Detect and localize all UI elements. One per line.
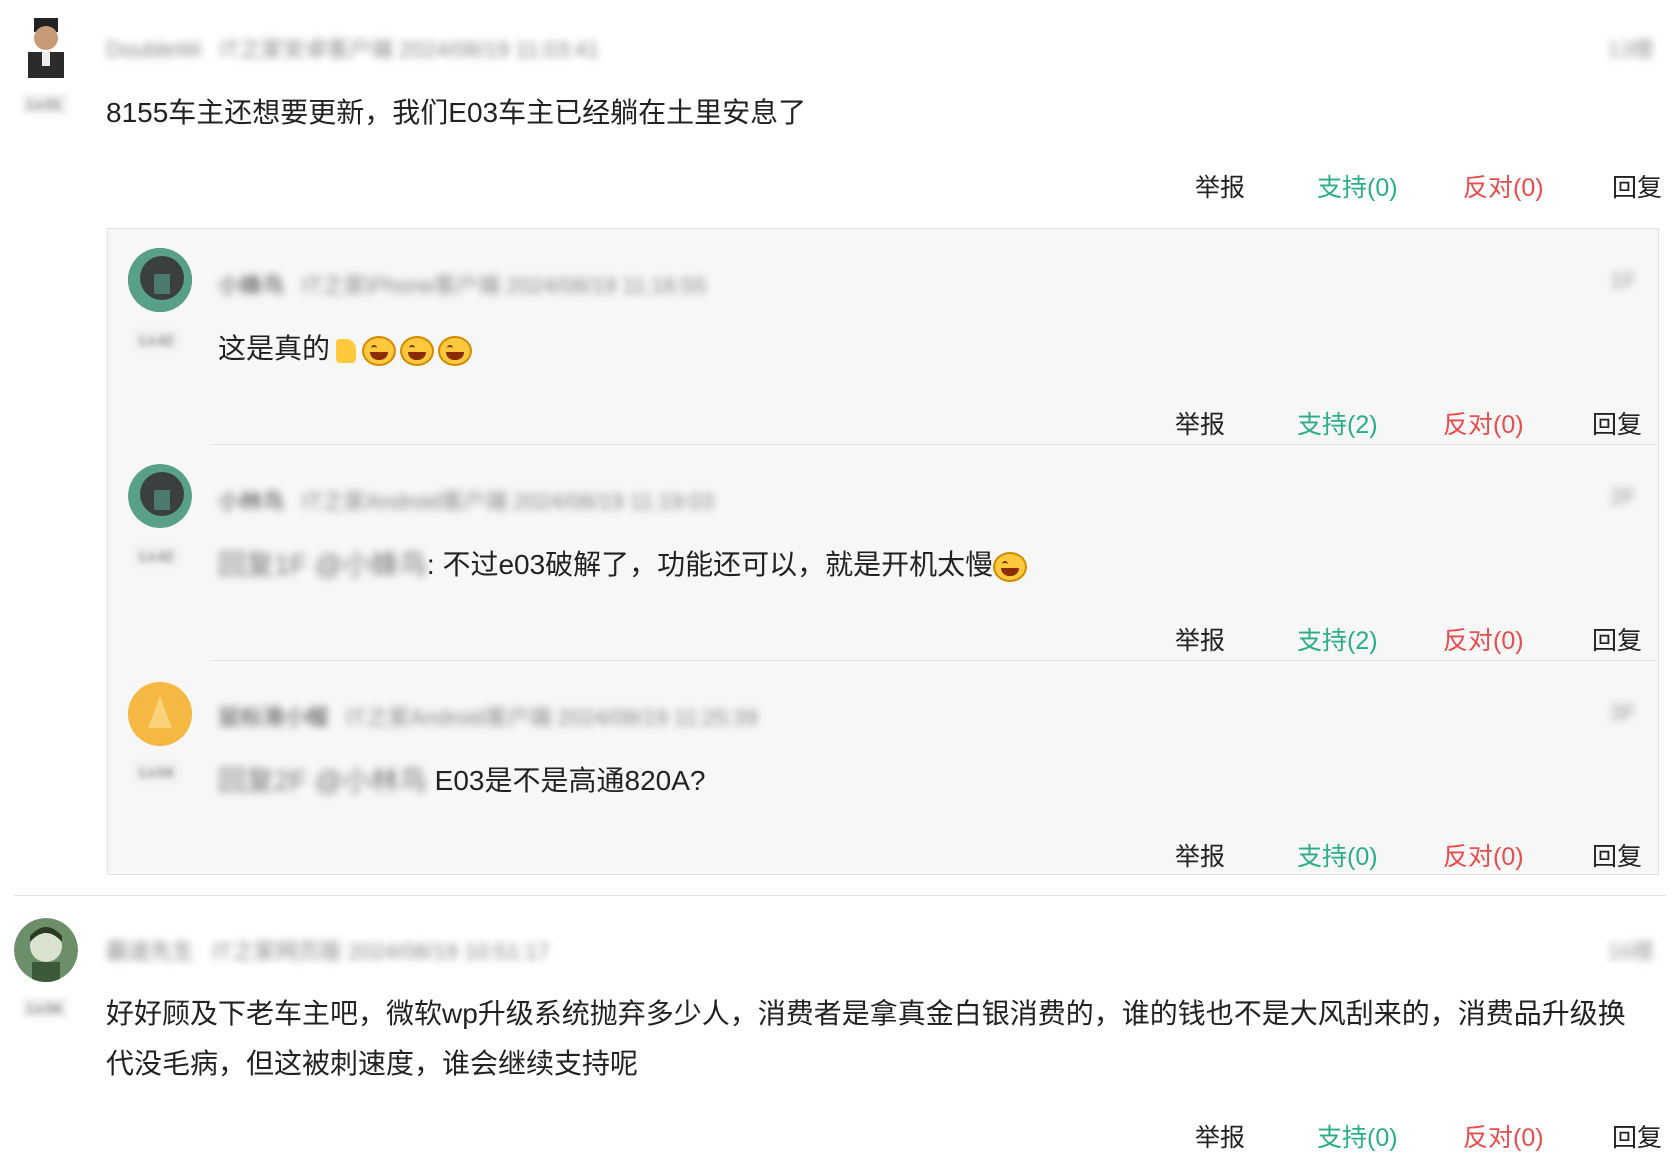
reply-button[interactable]: 回复 [1612, 1118, 1662, 1154]
oppose-button[interactable]: 反对(0) [1443, 621, 1524, 657]
post-meta: IT之家Android客户端 2024/08/19 11:25:39 [346, 705, 758, 730]
oppose-button[interactable]: 反对(0) [1443, 405, 1524, 441]
floor-number: 2F [1610, 484, 1636, 509]
oppose-button[interactable]: 反对(0) [1463, 168, 1544, 204]
laugh-cry-emoji-icon [993, 551, 1028, 582]
laugh-cry-emoji-icon [400, 335, 435, 366]
report-button[interactable]: 举报 [1175, 405, 1225, 441]
reply-content: 回复1F @小蜂鸟: 不过e03破解了，功能还可以，就是开机太慢 [218, 540, 1031, 590]
user-level: Lv.42 [134, 330, 180, 350]
support-button[interactable]: 支持(2) [1297, 405, 1378, 441]
user-level: Lv.42 [134, 546, 180, 566]
report-button[interactable]: 举报 [1195, 168, 1245, 204]
report-button[interactable]: 举报 [1175, 621, 1225, 657]
floor-number: 13楼 [1607, 37, 1654, 62]
support-button[interactable]: 支持(0) [1317, 1118, 1398, 1154]
user-avatar[interactable] [128, 682, 192, 746]
username[interactable]: DoubleWi [106, 37, 201, 62]
reply-text: : 不过e03破解了，功能还可以，就是开机太慢 [426, 549, 994, 580]
support-button[interactable]: 支持(2) [1297, 621, 1378, 657]
reply-button[interactable]: 回复 [1612, 168, 1662, 204]
comment-text-line: 代没毛病，但这被刺速度，谁会继续支持呢 [106, 1048, 639, 1079]
floor-number: 1F [1610, 268, 1636, 293]
reply-actions: 举报 支持(0) 反对(0) 回复 [1175, 837, 1645, 873]
comment-text: 8155车主还想要更新，我们E03车主已经躺在土里安息了 [106, 97, 807, 128]
laugh-cry-emoji-icon [362, 335, 397, 366]
laugh-cry-emoji-icon [438, 335, 473, 366]
report-button[interactable]: 举报 [1195, 1118, 1245, 1154]
reply-divider [210, 444, 1657, 445]
username[interactable]: 鼠标滑小帽 [218, 705, 328, 730]
reply-button[interactable]: 回复 [1592, 837, 1642, 873]
support-button[interactable]: 支持(0) [1317, 168, 1398, 204]
username[interactable]: 小蜂鸟 [218, 273, 284, 298]
comment-actions: 举报 支持(0) 反对(0) 回复 [1195, 1118, 1665, 1154]
floor-number: 16楼 [1607, 939, 1654, 964]
comment-divider [14, 895, 1666, 896]
oppose-button[interactable]: 反对(0) [1463, 1118, 1544, 1154]
comment-text: 好好顾及下老车主吧，微软wp升级系统抛弃多少人，消费者是拿真金白银消费的，谁的钱… [106, 989, 1666, 1089]
thumbs-up-icon [336, 338, 357, 363]
user-level: Lv.04 [22, 998, 68, 1018]
user-level: Lv.04 [134, 762, 180, 782]
reply-button[interactable]: 回复 [1592, 621, 1642, 657]
reply-button[interactable]: 回复 [1592, 405, 1642, 441]
reply-quote[interactable]: 回复2F @小林鸟 [218, 756, 427, 806]
post-meta: IT之家Android客户端 2024/08/19 11:19:03 [302, 489, 714, 514]
reply-text: 这是真的 [218, 333, 331, 364]
reply-divider [210, 660, 1657, 661]
reply-text: E03是不是高通820A? [434, 765, 706, 796]
comment-text-line: 好好顾及下老车主吧，微软wp升级系统抛弃多少人，消费者是拿真金白银消费的，谁的钱… [106, 998, 1626, 1029]
user-avatar[interactable] [18, 16, 74, 78]
oppose-button[interactable]: 反对(0) [1443, 837, 1524, 873]
username[interactable]: 霸道先生 [106, 939, 194, 964]
comment-actions: 举报 支持(0) 反对(0) 回复 [1195, 168, 1665, 204]
reply-content: 这是真的 [218, 324, 476, 374]
reply-actions: 举报 支持(2) 反对(0) 回复 [1175, 621, 1645, 657]
report-button[interactable]: 举报 [1175, 837, 1225, 873]
post-meta: IT之家安卓客户端 2024/08/19 11:03:41 [219, 37, 600, 62]
reply-quote[interactable]: 回复1F @小蜂鸟 [218, 540, 427, 590]
floor-number: 3F [1610, 700, 1636, 725]
username[interactable]: 小林鸟 [218, 489, 284, 514]
user-avatar[interactable] [128, 248, 192, 312]
user-avatar[interactable] [128, 464, 192, 528]
support-button[interactable]: 支持(0) [1297, 837, 1378, 873]
reply-actions: 举报 支持(2) 反对(0) 回复 [1175, 405, 1645, 441]
user-level: Lv.01 [22, 94, 68, 114]
post-meta: IT之家iPhone客户端 2024/08/19 11:16:55 [302, 273, 707, 298]
post-meta: IT之家网页版 2024/08/19 10:51:17 [212, 939, 550, 964]
reply-content: 回复2F @小林鸟 E03是不是高通820A? [218, 756, 705, 806]
user-avatar[interactable] [14, 918, 78, 982]
